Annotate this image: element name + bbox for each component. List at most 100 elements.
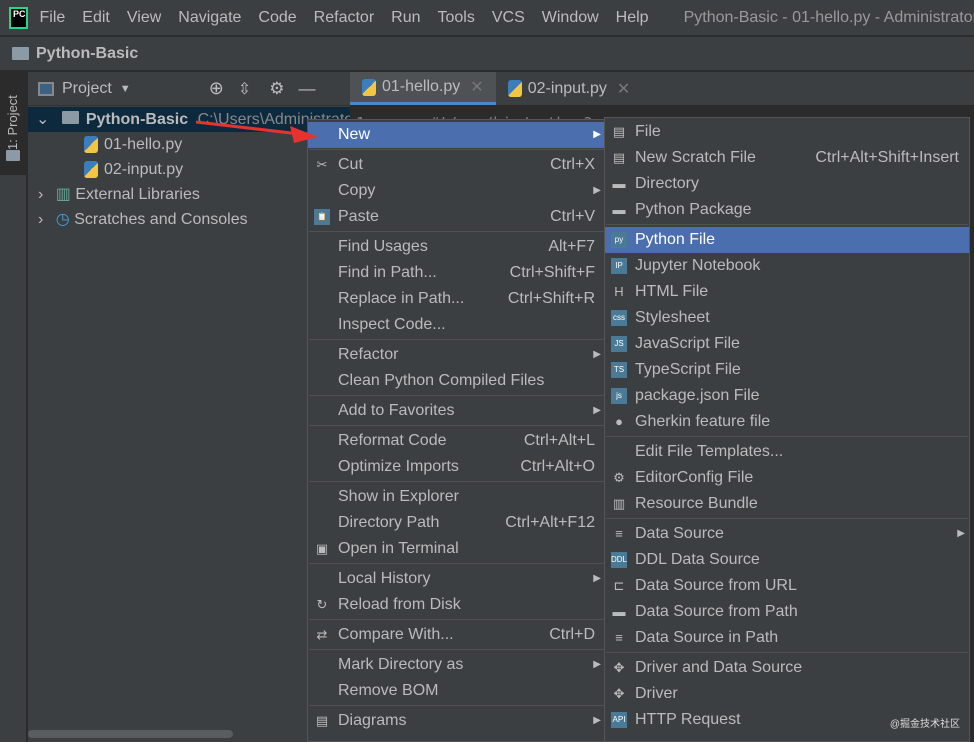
menu-edit[interactable]: Edit bbox=[82, 9, 110, 27]
shortcut-label: Ctrl+X bbox=[550, 156, 595, 173]
menu-item-reformat-code[interactable]: Reformat Code Ctrl+Alt+L bbox=[308, 428, 605, 454]
menu-run[interactable]: Run bbox=[391, 9, 420, 27]
close-icon[interactable]: ✕ bbox=[470, 77, 483, 97]
menu-help[interactable]: Help bbox=[616, 9, 649, 27]
chevron-down-icon[interactable]: ▼ bbox=[120, 83, 131, 95]
scratches-icon: ◷ bbox=[55, 211, 70, 228]
menu-refactor[interactable]: Refactor bbox=[314, 9, 374, 27]
gear-icon[interactable]: ⚙ bbox=[269, 79, 284, 99]
menu-file[interactable]: File bbox=[40, 9, 66, 27]
tree-root[interactable]: ⌄ Python-Basic C:\Users\Administrator bbox=[28, 107, 358, 132]
menu-item-driver[interactable]: ✥ Driver bbox=[605, 681, 969, 707]
new_submenu-item-icon: ▬ bbox=[612, 202, 626, 217]
tree-scratches[interactable]: › ◷ Scratches and Consoles bbox=[28, 207, 350, 232]
new_submenu-item-icon: ▬ bbox=[612, 176, 626, 191]
tree-external-libraries[interactable]: › ▥ External Libraries bbox=[28, 182, 350, 207]
library-icon: ▥ bbox=[55, 186, 71, 203]
menu-item-local-history[interactable]: Local History ▶ bbox=[308, 566, 605, 592]
menu-item-new[interactable]: New ▶ bbox=[308, 122, 605, 148]
menu-item-label: Directory bbox=[635, 175, 700, 192]
menu-item-resource-bundle[interactable]: ▥ Resource Bundle bbox=[605, 491, 969, 517]
horizontal-scrollbar[interactable] bbox=[28, 730, 233, 738]
menu-separator bbox=[309, 339, 604, 340]
chevron-down-icon[interactable]: ⌄ bbox=[36, 111, 49, 128]
breadcrumb-project[interactable]: Python-Basic bbox=[36, 45, 138, 63]
menu-item-label: Data Source from URL bbox=[635, 577, 797, 594]
menu-item-stylesheet[interactable]: css Stylesheet bbox=[605, 305, 969, 331]
menu-item-ddl-data-source[interactable]: DDL DDL Data Source bbox=[605, 547, 969, 573]
menu-item-label: Reformat Code bbox=[338, 432, 447, 449]
menu-item-python-package[interactable]: ▬ Python Package bbox=[605, 197, 969, 223]
context_menu-item-icon: ↻ bbox=[316, 597, 328, 612]
menu-item-label: Paste bbox=[338, 208, 379, 225]
external-label: External Libraries bbox=[75, 186, 200, 203]
shortcut-label: Ctrl+Alt+O bbox=[520, 458, 595, 475]
menu-item-data-source-from-url[interactable]: ⊏ Data Source from URL bbox=[605, 573, 969, 599]
menu-item-show-in-explorer[interactable]: Show in Explorer bbox=[308, 484, 605, 510]
menu-item-refactor[interactable]: Refactor ▶ bbox=[308, 342, 605, 368]
menu-view[interactable]: View bbox=[127, 9, 161, 27]
menu-window[interactable]: Window bbox=[542, 9, 599, 27]
menu-vcs[interactable]: VCS bbox=[492, 9, 525, 27]
menu-item-diagrams[interactable]: ▤ Diagrams ▶ bbox=[308, 708, 605, 734]
menu-item-package-json-file[interactable]: js package.json File bbox=[605, 383, 969, 409]
submenu-arrow-icon: ▶ bbox=[593, 573, 601, 584]
menu-item-editorconfig-file[interactable]: ⚙ EditorConfig File bbox=[605, 465, 969, 491]
collapse-all-icon[interactable]: ⇳ bbox=[238, 79, 251, 99]
tab-01-hello[interactable]: 01-hello.py ✕ bbox=[350, 72, 496, 105]
menu-item-paste[interactable]: 📋 Paste Ctrl+V bbox=[308, 204, 605, 230]
python-file-icon bbox=[507, 80, 522, 97]
locate-icon[interactable]: ⊕ bbox=[209, 78, 224, 99]
menu-item-copy[interactable]: Copy ▶ bbox=[308, 178, 605, 204]
minimize-icon[interactable]: — bbox=[298, 79, 315, 99]
menu-item-add-to-favorites[interactable]: Add to Favorites ▶ bbox=[308, 398, 605, 424]
menu-item-optimize-imports[interactable]: Optimize Imports Ctrl+Alt+O bbox=[308, 454, 605, 480]
menu-item-open-in-terminal[interactable]: ▣ Open in Terminal bbox=[308, 536, 605, 562]
menu-item-reload-from-disk[interactable]: ↻ Reload from Disk bbox=[308, 592, 605, 618]
submenu-arrow-icon: ▶ bbox=[593, 129, 601, 140]
shortcut-label: Ctrl+D bbox=[549, 626, 595, 643]
menu-item-directory-path[interactable]: Directory Path Ctrl+Alt+F12 bbox=[308, 510, 605, 536]
menu-item-data-source[interactable]: ≡ Data Source ▶ bbox=[605, 521, 969, 547]
menu-item-gherkin-feature-file[interactable]: ● Gherkin feature file bbox=[605, 409, 969, 435]
menu-item-driver-and-data-source[interactable]: ✥ Driver and Data Source bbox=[605, 655, 969, 681]
tree-file[interactable]: 02-input.py bbox=[28, 157, 350, 182]
menu-item-clean-python-compiled-files[interactable]: Clean Python Compiled Files bbox=[308, 368, 605, 394]
menu-item-typescript-file[interactable]: TS TypeScript File bbox=[605, 357, 969, 383]
menu-item-find-usages[interactable]: Find Usages Alt+F7 bbox=[308, 234, 605, 260]
menu-item-compare-with[interactable]: ⇄ Compare With... Ctrl+D bbox=[308, 622, 605, 648]
menu-item-cut[interactable]: ✂ Cut Ctrl+X bbox=[308, 152, 605, 178]
menu-tools[interactable]: Tools bbox=[438, 9, 475, 27]
project-tool-tab[interactable]: 1: Project bbox=[0, 72, 27, 175]
new_submenu-item-icon: py bbox=[611, 232, 627, 248]
menu-item-javascript-file[interactable]: JS JavaScript File bbox=[605, 331, 969, 357]
menu-item-data-source-in-path[interactable]: ≡ Data Source in Path bbox=[605, 625, 969, 651]
menu-item-remove-bom[interactable]: Remove BOM bbox=[308, 678, 605, 704]
menu-item-python-file[interactable]: py Python File bbox=[605, 227, 969, 253]
menu-item-edit-file-templates[interactable]: Edit File Templates... bbox=[605, 439, 969, 465]
menu-item-data-source-from-path[interactable]: ▬ Data Source from Path bbox=[605, 599, 969, 625]
watermark: @掘金技术社区 bbox=[889, 719, 960, 730]
menu-item-label: Show in Explorer bbox=[338, 488, 459, 505]
menu-item-replace-in-path[interactable]: Replace in Path... Ctrl+Shift+R bbox=[308, 286, 605, 312]
tree-file[interactable]: 01-hello.py bbox=[28, 132, 350, 157]
menu-item-mark-directory-as[interactable]: Mark Directory as ▶ bbox=[308, 652, 605, 678]
menu-item-find-in-path[interactable]: Find in Path... Ctrl+Shift+F bbox=[308, 260, 605, 286]
chevron-right-icon[interactable]: › bbox=[38, 211, 43, 228]
tab-02-input[interactable]: 02-input.py ✕ bbox=[496, 72, 643, 105]
menu-item-inspect-code[interactable]: Inspect Code... bbox=[308, 312, 605, 338]
menu-item-label: Optimize Imports bbox=[338, 458, 459, 475]
menu-item-new-scratch-file[interactable]: ▤ New Scratch File Ctrl+Alt+Shift+Insert bbox=[605, 145, 969, 171]
menu-item-file[interactable]: ▤ File bbox=[605, 119, 969, 145]
menu-item-label: TypeScript File bbox=[635, 361, 741, 378]
new_submenu-item-icon: ⚙ bbox=[613, 470, 625, 485]
new_submenu-item-icon: ▤ bbox=[612, 124, 626, 139]
close-icon[interactable]: ✕ bbox=[617, 79, 630, 99]
project-view-selector[interactable]: Project bbox=[62, 80, 112, 98]
menu-item-jupyter-notebook[interactable]: IP Jupyter Notebook bbox=[605, 253, 969, 279]
menu-navigate[interactable]: Navigate bbox=[178, 9, 241, 27]
menu-code[interactable]: Code bbox=[258, 9, 296, 27]
menu-item-directory[interactable]: ▬ Directory bbox=[605, 171, 969, 197]
chevron-right-icon[interactable]: › bbox=[38, 186, 43, 203]
menu-item-html-file[interactable]: H HTML File bbox=[605, 279, 969, 305]
